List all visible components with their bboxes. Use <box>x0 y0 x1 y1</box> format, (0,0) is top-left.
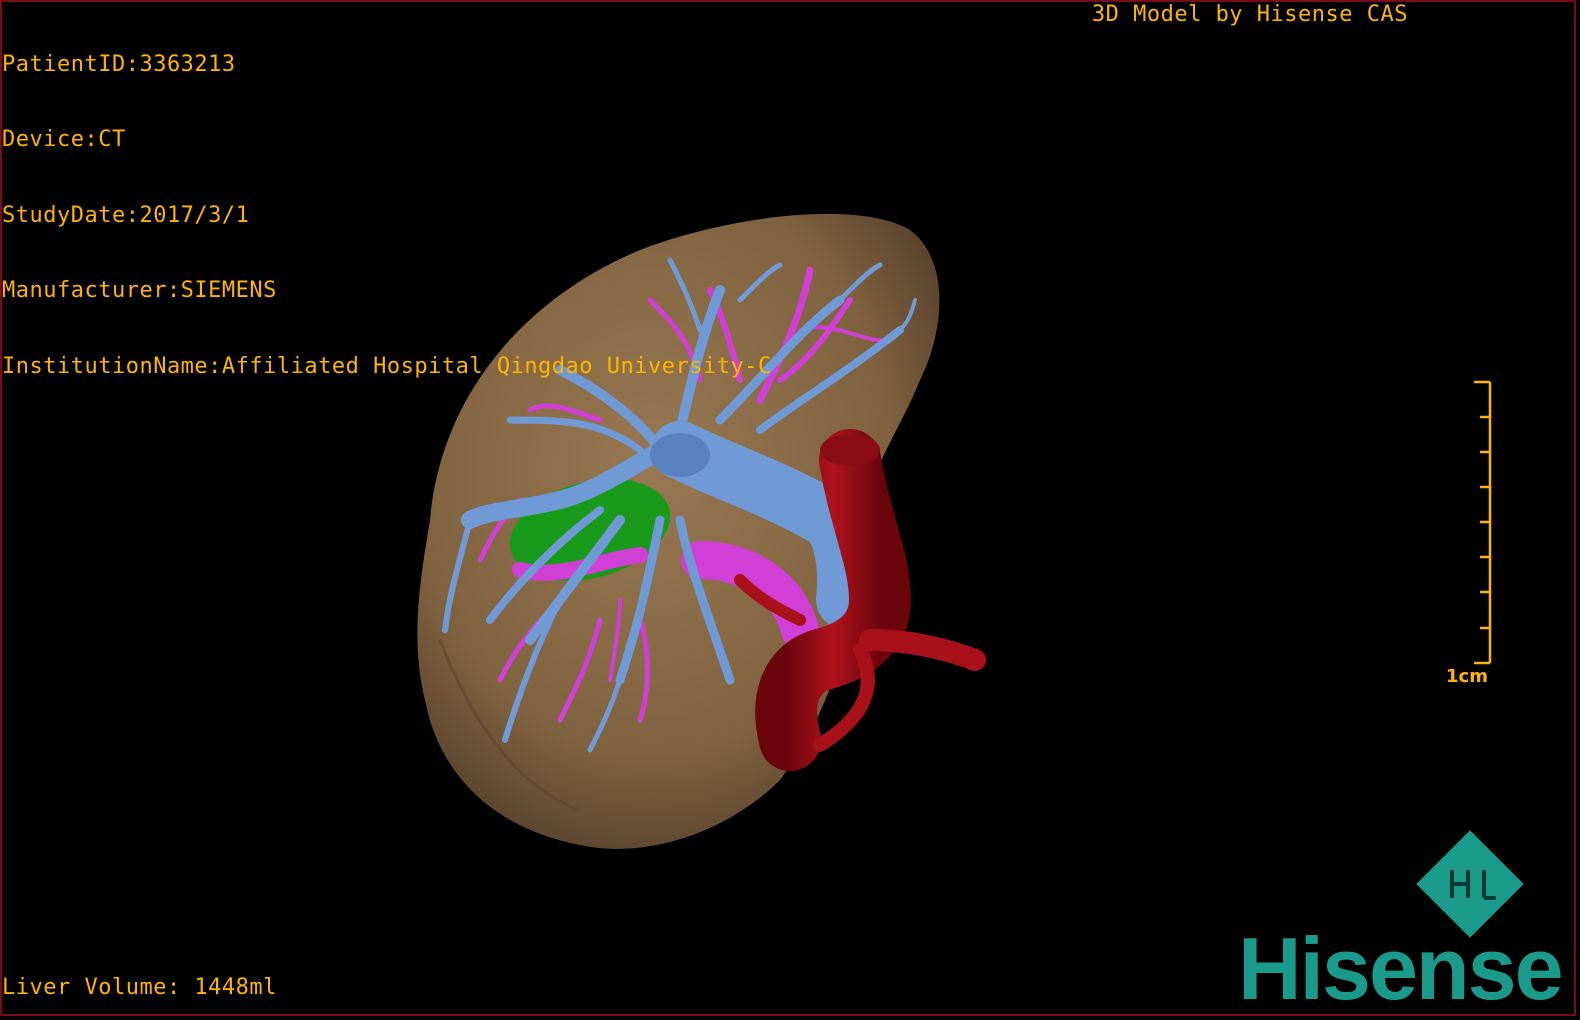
institution-name: InstitutionName:Affiliated Hospital Qing… <box>2 353 772 379</box>
study-date: StudyDate:2017/3/1 <box>2 202 250 228</box>
liver-volume: Liver Volume: 1448ml <box>2 975 277 1000</box>
aorta-top-opening <box>820 434 880 466</box>
manufacturer: Manufacturer:SIEMENS <box>2 278 277 304</box>
dicom-info-overlay: PatientID:3363213 Device:CT StudyDate:20… <box>2 2 772 404</box>
portal-vein-lumen <box>650 433 710 477</box>
model-credit: 3D Model by Hisense CAS <box>1091 2 1408 27</box>
brand-wordmark: Hisense <box>1238 919 1564 1018</box>
patient-id: PatientID:3363213 <box>2 52 236 77</box>
scale-label: 1cm <box>1446 666 1488 687</box>
device: Device:CT <box>2 127 126 153</box>
scale-bar <box>1474 380 1492 665</box>
